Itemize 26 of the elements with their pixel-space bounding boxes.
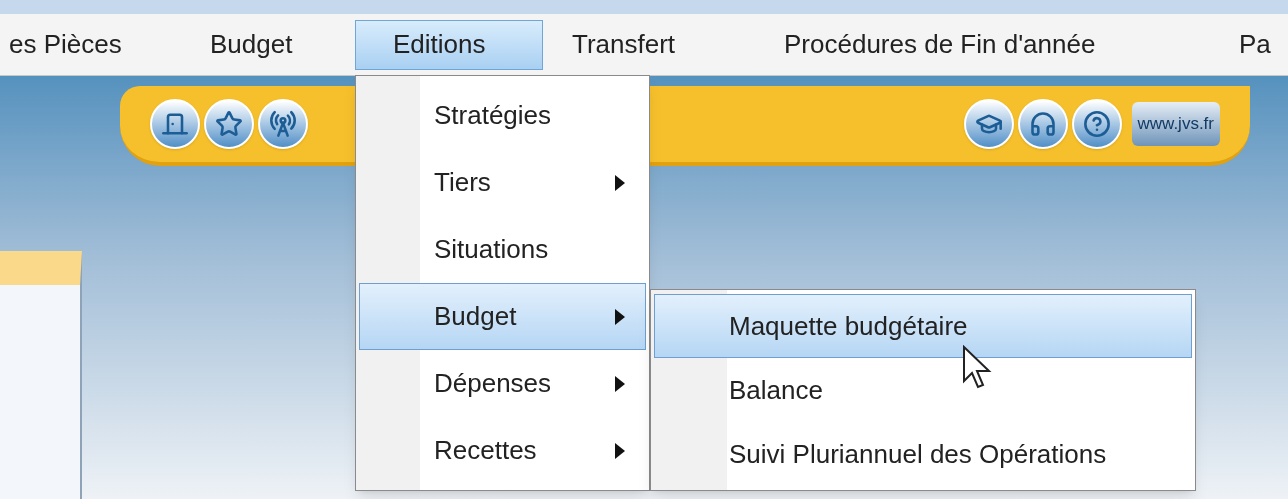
menu-item[interactable]: Budget bbox=[359, 283, 646, 350]
antenna-icon[interactable] bbox=[258, 99, 308, 149]
menu-item[interactable]: Stratégies bbox=[359, 82, 646, 149]
menu-bar-item[interactable]: Editions bbox=[355, 19, 543, 70]
menu-item[interactable]: Suivi Pluriannuel des Opérations bbox=[654, 422, 1192, 486]
submenu-arrow-icon bbox=[615, 375, 625, 392]
graduation-cap-icon[interactable] bbox=[963, 99, 1014, 149]
submenu-arrow-icon bbox=[615, 308, 625, 325]
door-icon[interactable] bbox=[150, 99, 200, 149]
mouse-pointer-icon bbox=[962, 345, 992, 391]
help-icon[interactable] bbox=[1071, 99, 1122, 149]
menu-item[interactable]: Balance bbox=[654, 358, 1192, 422]
menu-bar-item[interactable]: Pa bbox=[1210, 19, 1288, 70]
menu-item[interactable]: Dépenses bbox=[359, 350, 646, 417]
menu-bar-item[interactable]: Transfert bbox=[543, 19, 755, 70]
menu-bar-item[interactable]: Procédures de Fin d'année bbox=[755, 19, 1210, 70]
submenu-arrow-icon bbox=[615, 174, 625, 191]
submenu-arrow-icon bbox=[615, 442, 625, 459]
menu-item[interactable]: Recettes bbox=[359, 417, 646, 484]
menu-item[interactable]: Tiers bbox=[359, 149, 646, 216]
menu-item[interactable]: Situations bbox=[359, 216, 646, 283]
headset-icon[interactable] bbox=[1017, 99, 1068, 149]
menu-bar-item[interactable]: es Pièces bbox=[0, 19, 195, 70]
menu-item[interactable]: Maquette budgétaire bbox=[654, 294, 1192, 358]
menu-bar-item[interactable]: Budget bbox=[195, 19, 355, 70]
website-link[interactable]: www.jvs.fr bbox=[1131, 102, 1220, 146]
